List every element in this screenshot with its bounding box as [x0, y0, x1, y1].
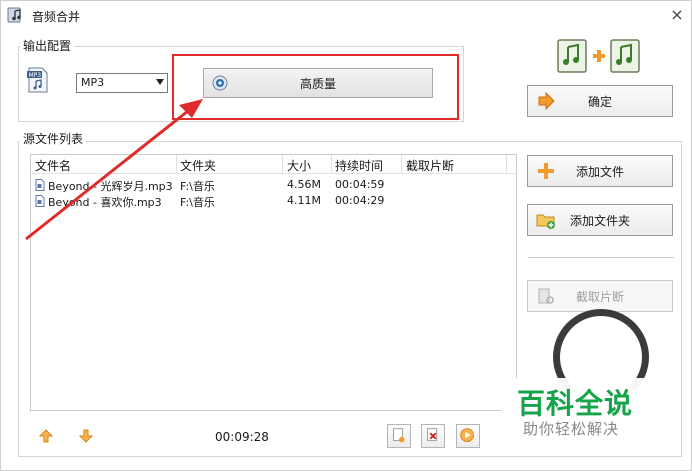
column-separator[interactable] [282, 155, 283, 174]
column-header-folder[interactable]: 文件夹 [180, 157, 216, 174]
cell-duration: 00:04:59 [335, 178, 385, 191]
folder-add-icon [536, 214, 555, 229]
play-button[interactable] [456, 424, 480, 448]
window-title: 音频合并 [32, 10, 81, 24]
column-header-size[interactable]: 大小 [287, 157, 311, 174]
cut-icon [538, 288, 554, 304]
cut-clip-button-label: 截取片断 [575, 289, 624, 304]
column-separator[interactable] [176, 155, 177, 174]
delete-button[interactable] [421, 424, 445, 448]
cell-folder: F:\音乐 [180, 180, 215, 193]
add-file-button-label: 添加文件 [575, 164, 624, 179]
file-list-header: 文件名 文件夹 大小 持续时间 截取片断 [31, 155, 516, 174]
column-separator[interactable] [331, 155, 332, 174]
close-button[interactable]: × [667, 5, 687, 25]
highlight-box [172, 54, 459, 120]
mp3-icon-text: MP3 [29, 72, 42, 79]
column-header-name[interactable]: 文件名 [35, 157, 71, 174]
format-select-value: MP3 [81, 76, 105, 89]
cut-clip-button[interactable]: 截取片断 [527, 280, 673, 312]
file-icon [35, 195, 45, 207]
cell-size: 4.56M [287, 178, 321, 191]
column-header-duration[interactable]: 持续时间 [335, 157, 383, 174]
add-folder-button[interactable]: 添加文件夹 [527, 204, 673, 236]
app-window: 音频合并 × 输出配置 MP3 MP3 高质量 确定 源文件列表 文件名 文件夹… [0, 0, 692, 471]
column-separator[interactable] [506, 155, 507, 174]
format-select[interactable]: MP3 [76, 73, 168, 93]
cell-folder: F:\音乐 [180, 196, 215, 209]
cell-size: 4.11M [287, 194, 321, 207]
chevron-down-icon [156, 79, 164, 85]
title-bar: 音频合并 × [1, 1, 691, 29]
document-icon [393, 428, 405, 443]
column-separator[interactable] [401, 155, 402, 174]
app-icon [7, 7, 21, 23]
add-file-button[interactable]: 添加文件 [527, 155, 673, 187]
plus-icon [538, 163, 554, 179]
watermark-title: 百科全说 [517, 387, 634, 420]
mp3-file-icon: MP3 [27, 67, 48, 93]
cell-name: Beyond - 光辉岁月.mp3 [48, 180, 173, 193]
file-list[interactable]: 文件名 文件夹 大小 持续时间 截取片断 Beyond - 光辉岁月.mp3 F… [30, 154, 517, 411]
divider [528, 257, 674, 258]
move-down-icon[interactable] [79, 429, 93, 443]
source-list-label: 源文件列表 [20, 130, 87, 147]
move-up-icon[interactable] [39, 429, 53, 443]
music-merge-logo [557, 39, 640, 73]
cell-name: Beyond - 喜欢你.mp3 [48, 196, 162, 209]
watermark-subtitle: 助你轻松解决 [523, 420, 620, 438]
play-icon [460, 428, 474, 442]
output-config-label: 输出配置 [20, 37, 75, 54]
add-folder-button-label: 添加文件夹 [569, 213, 630, 228]
confirm-button-label: 确定 [587, 94, 612, 109]
cell-duration: 00:04:29 [335, 194, 385, 207]
table-row[interactable]: Beyond - 光辉岁月.mp3 F:\音乐 4.56M 00:04:59 [31, 177, 516, 193]
clear-button[interactable] [387, 424, 411, 448]
file-icon [35, 179, 45, 191]
watermark: 百科全说 助你轻松解决 [501, 378, 661, 448]
total-time: 00:09:28 [215, 430, 269, 444]
column-header-clip[interactable]: 截取片断 [406, 157, 454, 174]
confirm-button[interactable]: 确定 [527, 85, 673, 117]
table-row[interactable]: Beyond - 喜欢你.mp3 F:\音乐 4.11M 00:04:29 [31, 193, 516, 209]
delete-icon [427, 428, 438, 442]
arrow-right-icon [538, 91, 555, 111]
